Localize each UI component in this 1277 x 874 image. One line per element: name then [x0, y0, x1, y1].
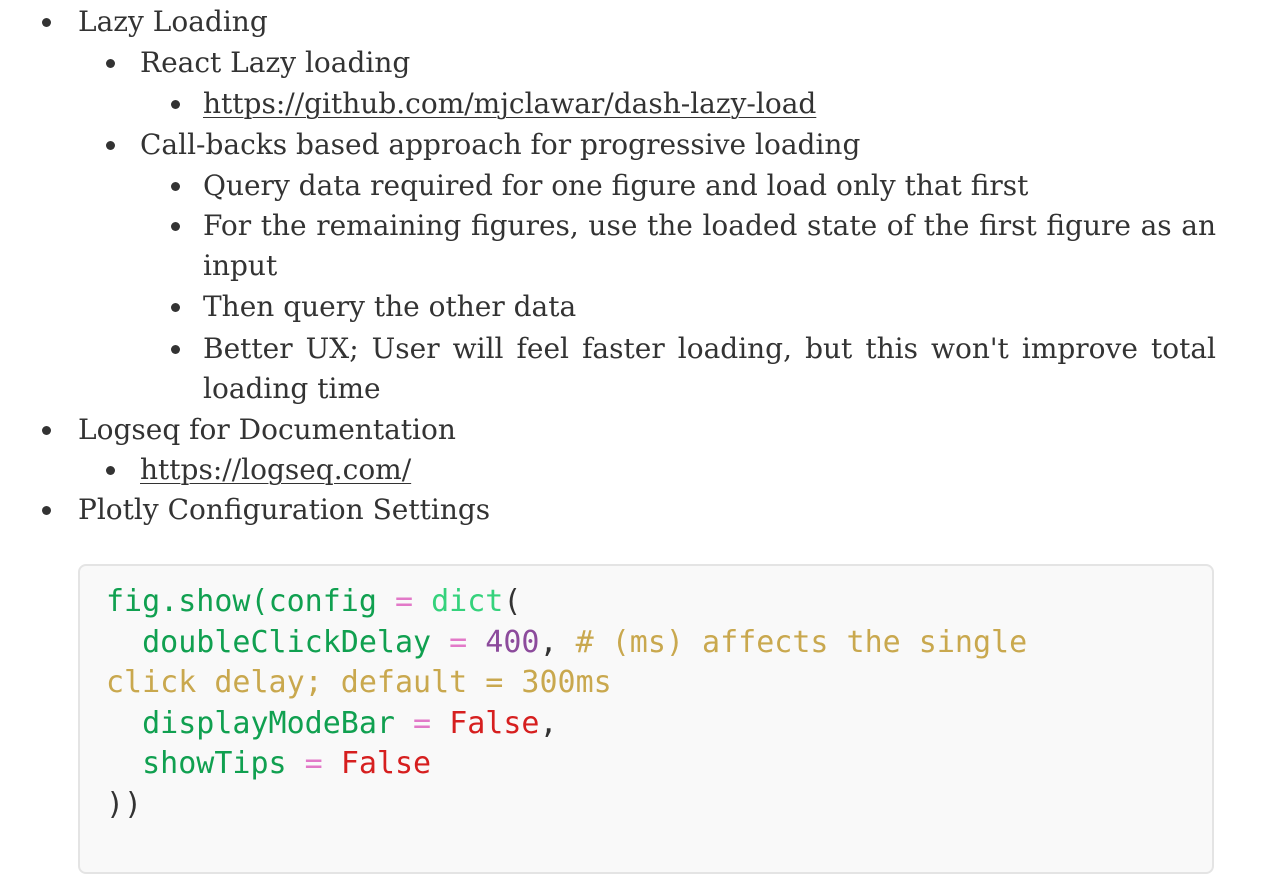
code-token: =: [395, 705, 450, 741]
item-text: Lazy Loading: [78, 5, 268, 38]
item-text: Call-backs based approach for progressiv…: [140, 128, 861, 161]
bullet-icon: [171, 345, 180, 354]
item-text-continuation: input: [203, 249, 278, 282]
bullet-icon: [42, 18, 51, 27]
bullet-icon: [171, 303, 180, 312]
list-item: React Lazy loading: [106, 43, 411, 83]
code-token: =: [376, 584, 432, 619]
list-item: Call-backs based approach for progressiv…: [106, 125, 861, 165]
item-text: For the remaining figures, use the loade…: [203, 209, 1216, 242]
list-item: https://logseq.com/: [106, 450, 411, 490]
code-token: ,: [539, 705, 558, 741]
list-item: Plotly Configuration Settings: [42, 490, 491, 530]
code-token: (: [503, 584, 522, 619]
list-item: https://github.com/mjclawar/dash-lazy-lo…: [171, 84, 816, 124]
document-page: Lazy Loading React Lazy loading https://…: [0, 0, 1277, 874]
code-token: =: [431, 624, 486, 660]
list-item: Then query the other data: [171, 287, 577, 327]
item-text: Then query the other data: [203, 290, 577, 323]
code-token: showTips: [142, 746, 287, 781]
item-text: Logseq for Documentation: [78, 413, 456, 446]
list-item: Query data required for one figure and l…: [171, 166, 1029, 206]
bullet-icon: [171, 100, 180, 109]
code-token: fig.show(: [106, 584, 269, 619]
list-item: Better UX; User will feel faster loading…: [171, 329, 1216, 369]
code-content[interactable]: fig.show(config = dict( doubleClickDelay…: [106, 582, 1027, 825]
code-token: =: [286, 746, 341, 781]
code-token: 400: [485, 624, 540, 660]
code-comment: # (ms) affects the single: [575, 624, 1028, 660]
list-item: Logseq for Documentation: [42, 410, 456, 450]
bullet-icon: [42, 506, 51, 515]
list-item: For the remaining figures, use the loade…: [171, 206, 1216, 246]
code-token: False: [340, 746, 432, 781]
code-comment: click delay; default = 300ms: [106, 665, 612, 700]
code-token: ,: [539, 624, 576, 660]
dash-lazy-load-link[interactable]: https://github.com/mjclawar/dash-lazy-lo…: [203, 84, 816, 124]
item-text: Plotly Configuration Settings: [78, 493, 491, 526]
item-text-continuation: loading time: [203, 372, 381, 405]
bullet-icon: [106, 466, 115, 475]
code-token: False: [449, 705, 540, 741]
bullet-icon: [106, 59, 115, 68]
logseq-link[interactable]: https://logseq.com/: [140, 450, 411, 490]
list-item: Lazy Loading: [42, 2, 268, 42]
item-text: React Lazy loading: [140, 46, 411, 79]
bullet-icon: [171, 182, 180, 191]
code-token: dict: [431, 584, 504, 619]
code-token: doubleClickDelay: [142, 624, 432, 660]
item-text: Better UX; User will feel faster loading…: [203, 332, 1216, 365]
bullet-icon: [106, 141, 115, 150]
bullet-icon: [171, 222, 180, 231]
bullet-icon: [42, 426, 51, 435]
code-token: )): [106, 786, 143, 822]
code-token: displayModeBar: [142, 705, 395, 741]
item-text: Query data required for one figure and l…: [203, 169, 1029, 202]
code-token: config: [268, 584, 377, 619]
code-block[interactable]: fig.show(config = dict( doubleClickDelay…: [78, 564, 1214, 874]
